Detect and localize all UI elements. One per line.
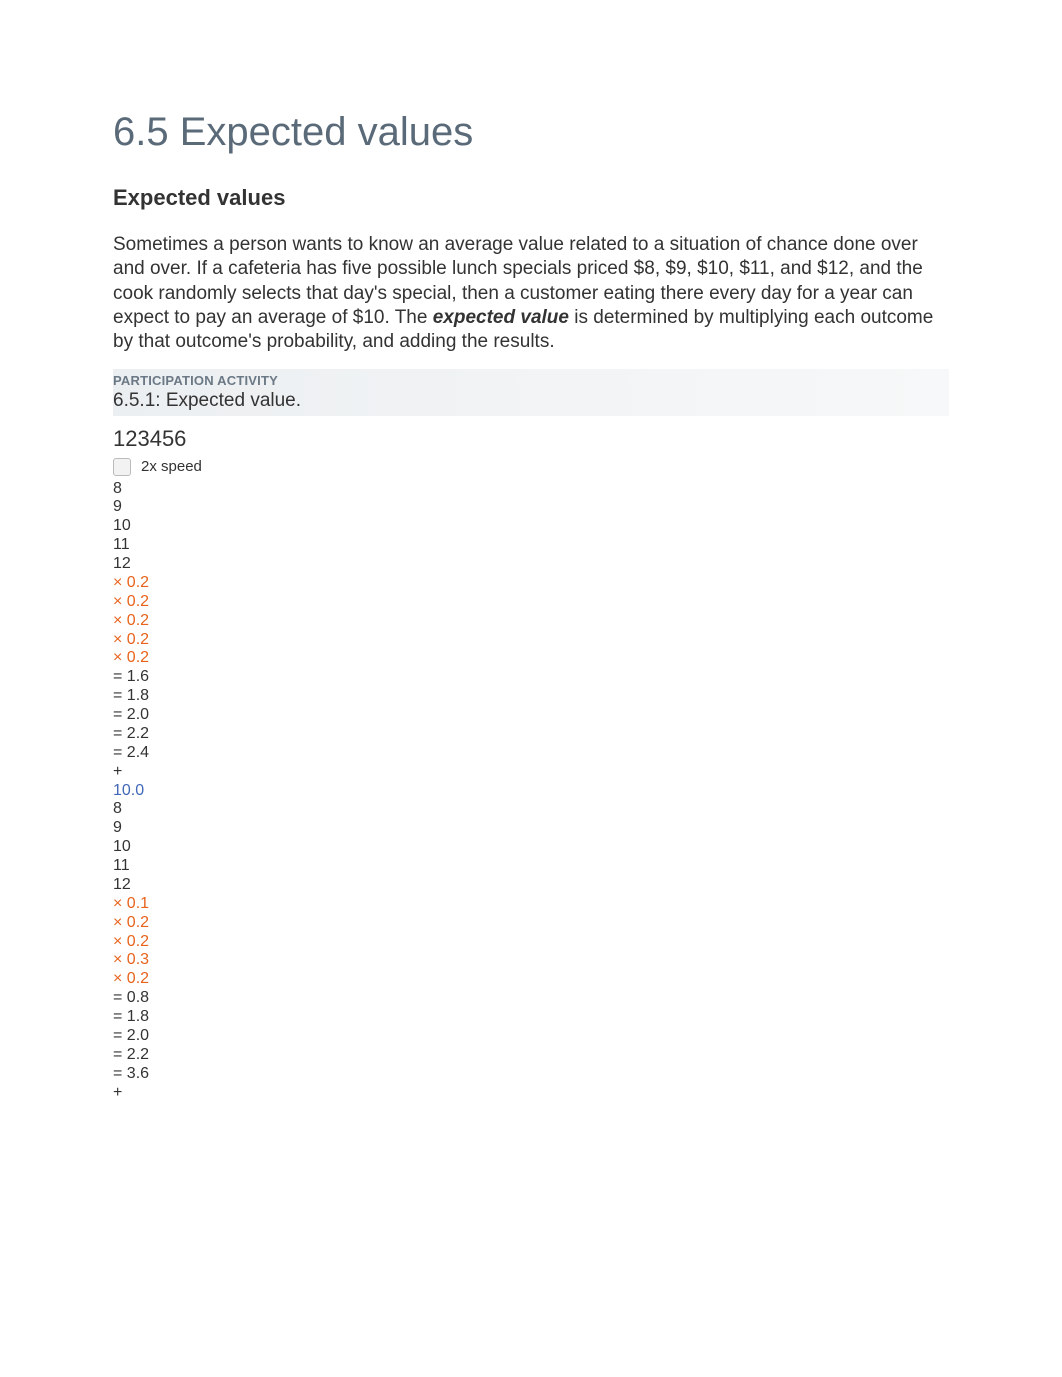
page-content: 6.5 Expected values Expected values Some… <box>0 0 1062 1377</box>
outcome-value: 10 <box>113 838 949 857</box>
probability-value: × 0.2 <box>113 970 949 989</box>
speed-label: 2x speed <box>141 458 202 475</box>
speed-control-row: 2x speed <box>113 458 949 476</box>
plus-sign: + <box>113 1084 949 1103</box>
term-expected-value: expected value <box>433 307 569 328</box>
outcome-value: 9 <box>113 819 949 838</box>
probability-value: × 0.2 <box>113 574 949 593</box>
product-value: = 1.6 <box>113 668 949 687</box>
plus-sign: + <box>113 763 949 782</box>
probability-value: × 0.2 <box>113 631 949 650</box>
section-heading: Expected values <box>113 185 949 211</box>
product-value: = 2.2 <box>113 1046 949 1065</box>
intro-paragraph: Sometimes a person wants to know an aver… <box>113 233 949 355</box>
product-value: = 2.0 <box>113 706 949 725</box>
product-value: = 1.8 <box>113 1008 949 1027</box>
activity-label: PARTICIPATION ACTIVITY <box>113 373 947 388</box>
probability-value: × 0.2 <box>113 593 949 612</box>
product-value: = 2.4 <box>113 744 949 763</box>
product-value: = 2.0 <box>113 1027 949 1046</box>
product-value: = 0.8 <box>113 989 949 1008</box>
outcome-value: 12 <box>113 876 949 895</box>
outcome-value: 8 <box>113 480 949 499</box>
page-title: 6.5 Expected values <box>113 110 949 155</box>
probability-value: × 0.2 <box>113 933 949 952</box>
product-value: = 1.8 <box>113 687 949 706</box>
probability-value: × 0.2 <box>113 612 949 631</box>
outcome-value: 9 <box>113 498 949 517</box>
activity-title: 6.5.1: Expected value. <box>113 390 947 412</box>
outcome-value: 12 <box>113 555 949 574</box>
probability-value: × 0.2 <box>113 914 949 933</box>
total-value: 10.0 <box>113 782 949 801</box>
probability-value: × 0.3 <box>113 951 949 970</box>
probability-value: × 0.1 <box>113 895 949 914</box>
outcome-value: 11 <box>113 536 949 555</box>
outcome-value: 11 <box>113 857 949 876</box>
probability-value: × 0.2 <box>113 649 949 668</box>
activity-header: PARTICIPATION ACTIVITY 6.5.1: Expected v… <box>113 369 949 416</box>
example-1-block: 8 9 10 11 12 × 0.2 × 0.2 × 0.2 × 0.2 × 0… <box>113 480 949 1103</box>
step-indicator: 123456 <box>113 426 949 452</box>
speed-checkbox[interactable] <box>113 458 131 476</box>
product-value: = 3.6 <box>113 1065 949 1084</box>
product-value: = 2.2 <box>113 725 949 744</box>
outcome-value: 8 <box>113 800 949 819</box>
outcome-value: 10 <box>113 517 949 536</box>
